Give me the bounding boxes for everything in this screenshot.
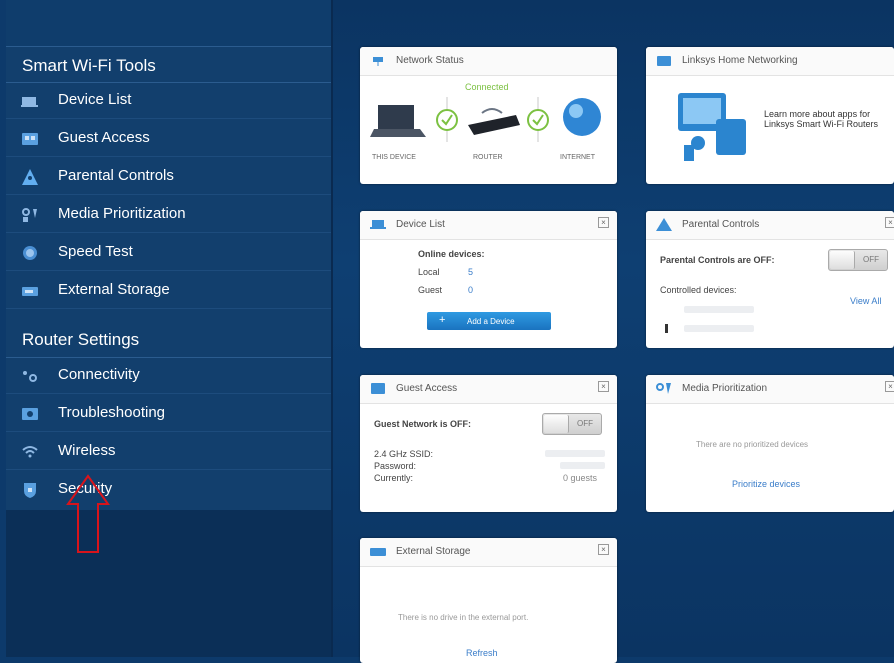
sidebar-item-external-storage[interactable]: External Storage <box>6 273 331 309</box>
close-icon[interactable]: × <box>598 217 609 228</box>
sidebar-item-media-prioritization[interactable]: Media Prioritization <box>6 197 331 233</box>
widget-title: Media Prioritization <box>682 383 768 394</box>
connectivity-icon <box>23 371 37 382</box>
sidebar-item-label: Wireless <box>58 442 116 459</box>
online-devices-label: Online devices: <box>418 249 485 259</box>
sidebar-item-label: Connectivity <box>58 366 140 383</box>
router-label: ROUTER <box>473 154 503 161</box>
sidebar-item-label: Guest Access <box>58 129 150 146</box>
sidebar-item-label: External Storage <box>58 281 170 298</box>
currently-label: Currently: <box>374 473 414 483</box>
parental-controls-toggle[interactable]: OFF <box>828 249 888 271</box>
password-label: Password: <box>374 461 417 471</box>
speed-test-icon <box>23 246 37 260</box>
sidebar-item-parental-controls[interactable]: Parental Controls <box>6 159 331 195</box>
promo-text: Learn more about apps for Linksys Smart … <box>764 109 879 129</box>
local-label: Local <box>418 267 440 277</box>
sidebar-item-label: Parental Controls <box>58 167 174 184</box>
media-prioritization-widget[interactable]: Media Prioritization × There are no prio… <box>646 375 894 512</box>
internet-label: INTERNET <box>560 154 595 161</box>
device-label: THIS DEVICE <box>372 154 416 161</box>
redacted-device <box>684 325 754 332</box>
widget-title: Network Status <box>396 55 464 66</box>
parental-controls-icon <box>22 169 38 185</box>
wireless-icon <box>22 446 38 458</box>
parental-controls-widget[interactable]: Parental Controls × Parental Controls ar… <box>646 211 894 348</box>
redacted-device <box>684 306 754 313</box>
sidebar-item-label: Media Prioritization <box>58 205 186 222</box>
guest-access-widget[interactable]: Guest Access × Guest Network is OFF: OFF… <box>360 375 617 512</box>
sidebar-footer <box>6 510 331 657</box>
redacted-ssid <box>545 450 605 457</box>
external-storage-icon <box>370 548 386 556</box>
device-list-icon <box>21 97 38 107</box>
sidebar-item-device-list[interactable]: Device List <box>6 83 331 119</box>
close-icon[interactable]: × <box>598 381 609 392</box>
network-icon <box>373 57 383 66</box>
guest-label: Guest <box>418 285 443 295</box>
sidebar-item-guest-access[interactable]: Guest Access <box>6 121 331 157</box>
security-icon <box>24 483 36 498</box>
close-icon[interactable]: × <box>885 381 894 392</box>
router-settings-header: Router Settings <box>22 330 140 349</box>
topology-graphic <box>370 97 601 142</box>
widget-title: Linksys Home Networking <box>682 55 798 66</box>
smart-tools-header: Smart Wi-Fi Tools <box>22 56 156 75</box>
sidebar-item-troubleshooting[interactable]: Troubleshooting <box>6 396 331 432</box>
external-storage-widget[interactable]: External Storage × There is no drive in … <box>360 538 617 663</box>
toggle-state: OFF <box>577 419 593 428</box>
home-networking-widget[interactable]: Linksys Home Networking Learn more about… <box>646 47 894 184</box>
guest-access-icon <box>22 133 38 145</box>
panel-divider <box>331 0 333 657</box>
home-networking-icon <box>657 56 671 66</box>
guest-access-icon <box>371 383 385 394</box>
toggle-state: OFF <box>863 255 879 264</box>
sidebar-item-label: Speed Test <box>58 243 133 260</box>
guest-count: 0 guests <box>563 473 598 483</box>
external-storage-icon <box>22 287 38 296</box>
media-prioritization-icon <box>22 208 37 222</box>
add-device-label: Add a Device <box>467 317 515 326</box>
red-arrow-annotation <box>66 474 110 553</box>
guest-network-status: Guest Network is OFF: <box>374 419 472 429</box>
media-prioritization-icon <box>656 383 671 394</box>
parental-status-label: Parental Controls are OFF: <box>660 255 775 265</box>
sidebar-item-label: Device List <box>58 91 132 108</box>
sidebar: Smart Wi-Fi Tools Device List Guest Acce… <box>6 0 331 657</box>
divider <box>6 46 331 47</box>
apps-promo-icon <box>678 93 746 161</box>
parental-controls-icon <box>656 218 672 231</box>
sidebar-item-security[interactable]: Security <box>6 472 331 508</box>
plus-icon: + <box>439 314 446 326</box>
troubleshooting-icon <box>22 408 38 420</box>
sidebar-top-strip <box>6 0 331 46</box>
device-list-widget[interactable]: Device List × Online devices: Local 5 Gu… <box>360 211 617 348</box>
widget-title: External Storage <box>396 546 471 557</box>
widget-title: Parental Controls <box>682 219 760 230</box>
device-list-icon <box>370 220 386 229</box>
empty-message: There are no prioritized devices <box>696 440 809 449</box>
guest-count: 0 <box>468 285 474 295</box>
guest-network-toggle[interactable]: OFF <box>542 413 602 435</box>
sidebar-item-wireless[interactable]: Wireless <box>6 434 331 470</box>
network-status-widget[interactable]: Network Status Connected THIS DEVICE ROU… <box>360 47 617 184</box>
sidebar-item-connectivity[interactable]: Connectivity <box>6 358 331 394</box>
close-icon[interactable]: × <box>598 544 609 555</box>
local-count: 5 <box>468 267 474 277</box>
widget-title: Guest Access <box>396 383 458 394</box>
view-all-link[interactable]: View All <box>850 296 881 306</box>
redacted-password <box>560 462 605 469</box>
sidebar-item-speed-test[interactable]: Speed Test <box>6 235 331 271</box>
empty-message: There is no drive in the external port. <box>398 613 529 622</box>
widget-title: Device List <box>396 219 445 230</box>
prioritize-devices-link[interactable]: Prioritize devices <box>732 479 800 489</box>
sidebar-item-label: Troubleshooting <box>58 404 166 421</box>
close-icon[interactable]: × <box>885 217 894 228</box>
add-device-button[interactable]: + Add a Device <box>427 312 551 330</box>
ssid-label: 2.4 GHz SSID: <box>374 449 434 459</box>
connection-status: Connected <box>465 82 509 92</box>
phone-icon <box>665 324 668 333</box>
controlled-devices-label: Controlled devices: <box>660 285 737 295</box>
